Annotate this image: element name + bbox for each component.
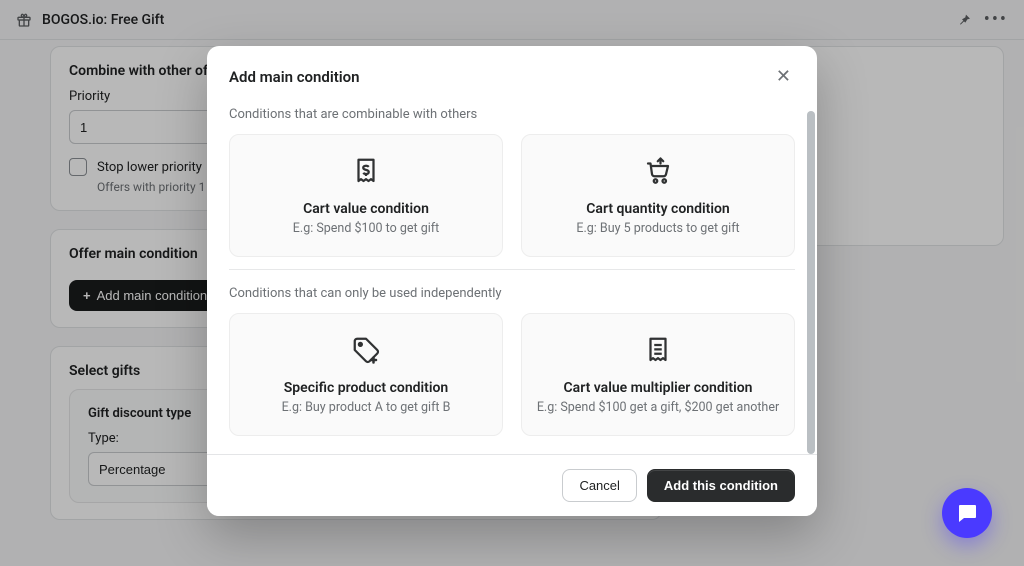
- modal-overlay[interactable]: Add main condition ✕ Conditions that are…: [0, 0, 1024, 566]
- tag-plus-icon: [244, 334, 488, 366]
- close-icon[interactable]: ✕: [772, 62, 795, 91]
- add-condition-button[interactable]: Add this condition: [647, 469, 795, 502]
- modal-title: Add main condition: [229, 68, 360, 86]
- condition-cart-value[interactable]: Cart value condition E.g: Spend $100 to …: [229, 134, 503, 257]
- section-combinable-label: Conditions that are combinable with othe…: [229, 107, 795, 122]
- condition-cart-multiplier-title: Cart value multiplier condition: [536, 380, 780, 396]
- receipt-lines-icon: [536, 334, 780, 366]
- section-independent-label: Conditions that can only be used indepen…: [229, 286, 795, 301]
- modal-divider: [229, 269, 795, 270]
- condition-cart-quantity[interactable]: Cart quantity condition E.g: Buy 5 produ…: [521, 134, 795, 257]
- condition-cart-quantity-sub: E.g: Buy 5 products to get gift: [536, 221, 780, 238]
- condition-cart-value-sub: E.g: Spend $100 to get gift: [244, 221, 488, 238]
- add-condition-modal: Add main condition ✕ Conditions that are…: [207, 46, 817, 516]
- chat-icon: [955, 501, 979, 525]
- condition-cart-multiplier-sub: E.g: Spend $100 get a gift, $200 get ano…: [536, 400, 780, 417]
- cart-up-icon: [536, 155, 780, 187]
- cancel-button[interactable]: Cancel: [562, 469, 636, 502]
- chat-fab[interactable]: [942, 488, 992, 538]
- receipt-dollar-icon: [244, 155, 488, 187]
- condition-specific-product-sub: E.g: Buy product A to get gift B: [244, 400, 488, 417]
- condition-specific-product[interactable]: Specific product condition E.g: Buy prod…: [229, 313, 503, 436]
- modal-scrollbar[interactable]: [807, 111, 815, 454]
- condition-cart-quantity-title: Cart quantity condition: [536, 201, 780, 217]
- condition-specific-product-title: Specific product condition: [244, 380, 488, 396]
- condition-cart-value-title: Cart value condition: [244, 201, 488, 217]
- condition-cart-multiplier[interactable]: Cart value multiplier condition E.g: Spe…: [521, 313, 795, 436]
